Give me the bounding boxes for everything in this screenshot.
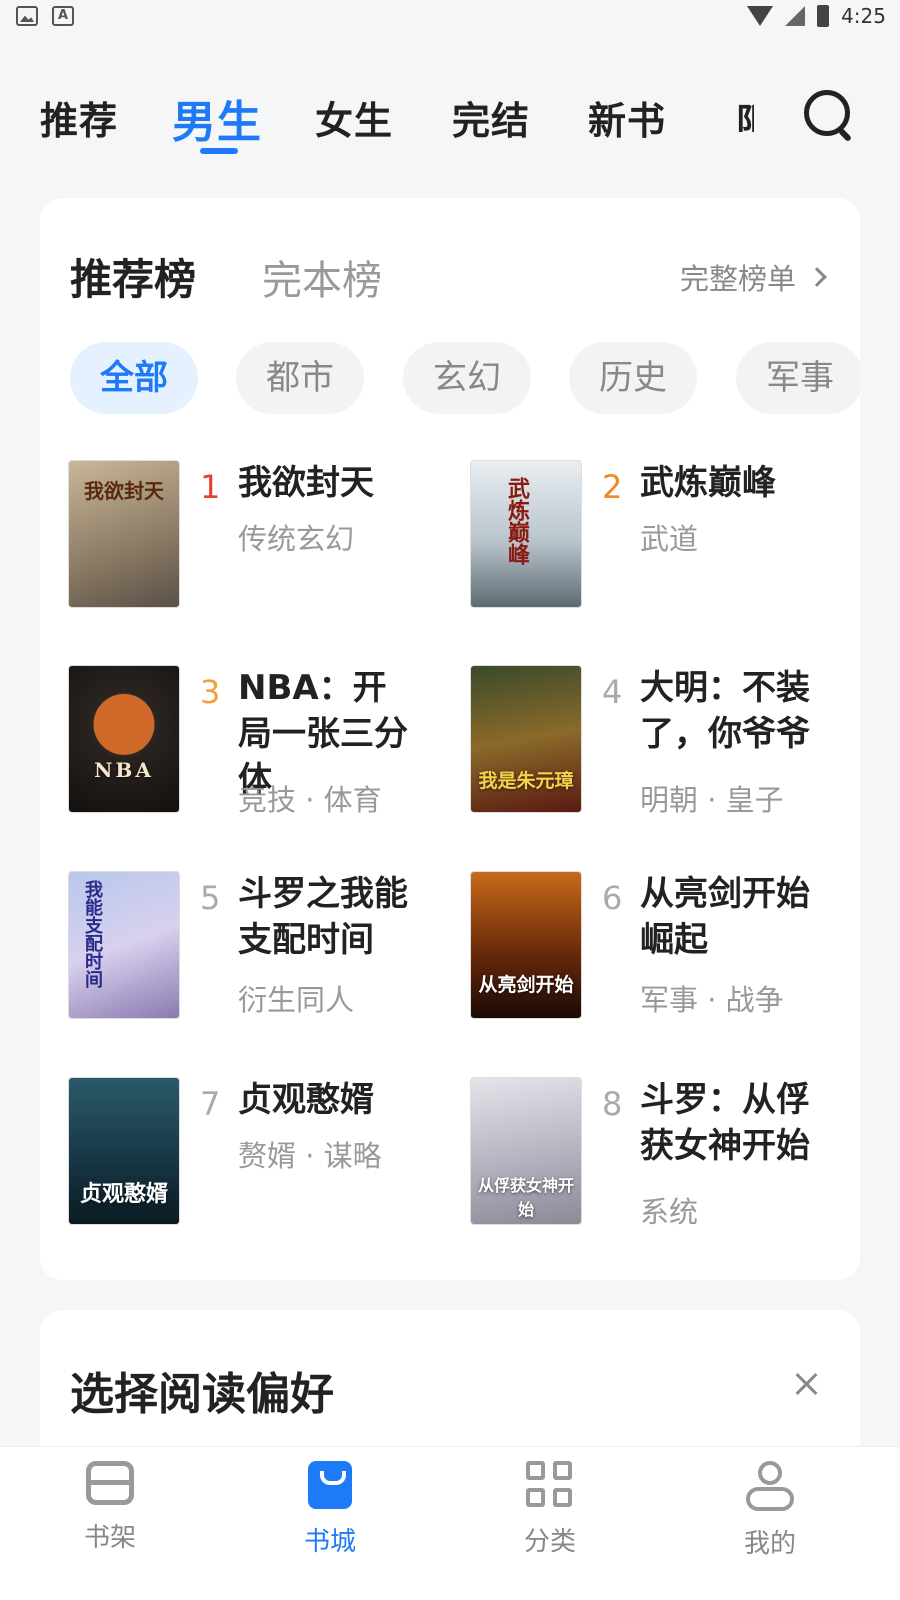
tab-partial-next[interactable]: 限: [736, 92, 754, 132]
tab-female[interactable]: 女生: [315, 90, 393, 145]
category-chips: 全部 都市 玄幻 历史 军事: [70, 342, 860, 416]
chip-military[interactable]: 军事: [736, 342, 860, 414]
bottom-nav: 书架 书城 分类 我的: [0, 1446, 900, 1600]
chip-history[interactable]: 历史: [569, 342, 697, 414]
book-cover[interactable]: 我欲封天: [68, 460, 180, 608]
book-item[interactable]: 武炼巅峰 2 武炼巅峰 武道: [470, 460, 850, 620]
category-icon: [526, 1461, 574, 1509]
status-bar: A 4:25: [0, 0, 900, 40]
tab-finished-rank[interactable]: 完本榜: [262, 248, 382, 306]
rank-number: 6: [602, 879, 623, 917]
active-tab-indicator: [200, 148, 238, 154]
chevron-right-icon: [807, 267, 827, 287]
book-cover[interactable]: 贞观憨婿: [68, 1077, 180, 1225]
tab-recommend-rank[interactable]: 推荐榜: [70, 246, 196, 307]
book-cover[interactable]: 我能支配时间: [68, 871, 180, 1019]
nav-profile[interactable]: 我的: [710, 1461, 830, 1560]
rank-number: 8: [602, 1085, 623, 1123]
top-tab-bar: 推荐 男生 女生 完结 新书 限: [0, 80, 900, 160]
nav-category[interactable]: 分类: [490, 1461, 610, 1558]
book-tags: 衍生同人: [238, 983, 355, 1017]
book-item[interactable]: 从亮剑开始 6 从亮剑开始崛起 军事 · 战争: [470, 871, 850, 1031]
image-icon: [16, 6, 38, 26]
book-cover[interactable]: 从俘获女神开始: [470, 1077, 582, 1225]
chip-urban[interactable]: 都市: [236, 342, 364, 414]
ranking-card: 推荐榜 完本榜 完整榜单 全部 都市 玄幻 历史 军事 我欲封天 1 我欲封天 …: [40, 198, 860, 1280]
rank-number: 3: [200, 673, 221, 711]
book-title[interactable]: 大明：不装了，你爷爷: [640, 665, 820, 757]
book-item[interactable]: 我是朱元璋 4 大明：不装了，你爷爷 明朝 · 皇子: [470, 665, 850, 825]
rank-number: 4: [602, 673, 623, 711]
book-item[interactable]: 我能支配时间 5 斗罗之我能支配时间 衍生同人: [68, 871, 448, 1031]
nav-bookstore[interactable]: 书城: [270, 1461, 390, 1558]
tab-recommend[interactable]: 推荐: [40, 90, 118, 145]
nav-bookshelf[interactable]: 书架: [50, 1461, 170, 1554]
book-item[interactable]: 贞观憨婿 7 贞观憨婿 赘婿 · 谋略: [68, 1077, 448, 1237]
book-item[interactable]: 我欲封天 1 我欲封天 传统玄幻: [68, 460, 448, 620]
book-cover[interactable]: NBA: [68, 665, 180, 813]
book-tags: 系统: [640, 1195, 699, 1229]
book-tags: 军事 · 战争: [640, 983, 784, 1017]
book-title[interactable]: 我欲封天: [238, 460, 418, 506]
no-signal-icon: [785, 6, 806, 26]
bookshelf-icon: [86, 1461, 134, 1505]
rank-number: 1: [200, 468, 221, 506]
rank-number: 7: [200, 1085, 221, 1123]
preference-title: 选择阅读偏好: [70, 1369, 334, 1420]
book-title[interactable]: 斗罗之我能支配时间: [238, 871, 418, 963]
book-tags: 竞技 · 体育: [238, 783, 382, 817]
rank-number: 2: [602, 468, 623, 506]
tab-male[interactable]: 男生: [172, 86, 262, 150]
book-tags: 明朝 · 皇子: [640, 783, 784, 817]
tab-new-books[interactable]: 新书: [588, 90, 666, 145]
book-cover[interactable]: 我是朱元璋: [470, 665, 582, 813]
search-button[interactable]: [804, 90, 854, 143]
book-title[interactable]: 从亮剑开始崛起: [640, 871, 820, 963]
book-title[interactable]: 斗罗：从俘获女神开始: [640, 1077, 820, 1169]
book-item[interactable]: NBA 3 NBA：开局一张三分体 竞技 · 体育: [68, 665, 448, 825]
wifi-icon: [747, 6, 774, 26]
book-title[interactable]: 武炼巅峰: [640, 460, 820, 506]
profile-icon: [746, 1461, 794, 1511]
book-tags: 武道: [640, 522, 699, 556]
book-title[interactable]: 贞观憨婿: [238, 1077, 418, 1123]
book-item[interactable]: 从俘获女神开始 8 斗罗：从俘获女神开始 系统: [470, 1077, 850, 1237]
a-icon: A: [52, 6, 74, 26]
book-tags: 传统玄幻: [238, 522, 355, 556]
tab-finished[interactable]: 完结: [452, 90, 530, 145]
close-icon[interactable]: [794, 1372, 818, 1396]
book-cover[interactable]: 武炼巅峰: [470, 460, 582, 608]
bookstore-icon: [308, 1461, 352, 1509]
book-cover[interactable]: 从亮剑开始: [470, 871, 582, 1019]
book-tags: 赘婿 · 谋略: [238, 1139, 382, 1173]
rank-number: 5: [200, 879, 221, 917]
full-ranking-link[interactable]: 完整榜单: [680, 256, 827, 298]
battery-charging-icon: [817, 5, 830, 27]
status-time: 4:25: [841, 4, 886, 28]
chip-fantasy[interactable]: 玄幻: [403, 342, 531, 414]
chip-all[interactable]: 全部: [70, 342, 198, 414]
